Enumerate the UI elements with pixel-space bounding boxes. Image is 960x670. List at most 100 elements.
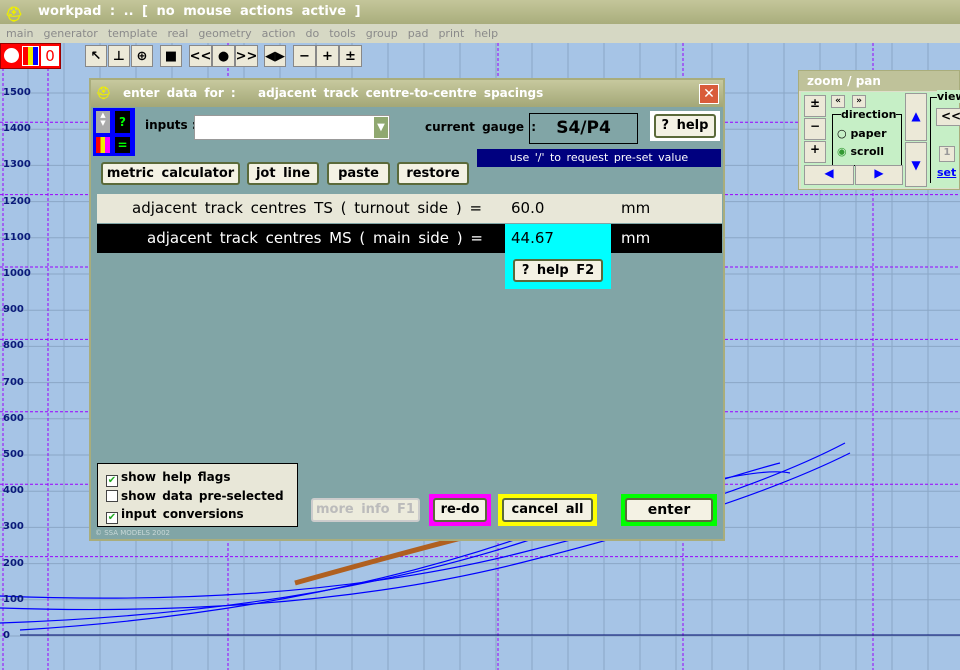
circle-icon[interactable]: [4, 48, 19, 63]
menu-action[interactable]: action: [262, 24, 296, 43]
cancel-all-button[interactable]: cancel all: [502, 498, 593, 522]
help-button[interactable]: ? help: [654, 114, 716, 138]
pan-down-button[interactable]: ▼: [905, 142, 927, 187]
axis-label: 1200: [3, 195, 31, 207]
axis-label: 500: [3, 449, 24, 460]
zoom-out-button[interactable]: −: [804, 118, 826, 140]
row-value: 60.0: [511, 199, 545, 217]
turnout-side-row[interactable]: adjacent track centres TS ( turnout side…: [97, 194, 722, 223]
counter[interactable]: 0: [41, 46, 59, 66]
close-icon[interactable]: ✕: [699, 84, 719, 104]
view-back-button[interactable]: <<: [936, 108, 960, 126]
menu-help[interactable]: help: [474, 24, 498, 43]
zoom-pan-title: zoom / pan: [799, 71, 959, 91]
direction-group: direction ○ paper ◉ scroll: [832, 108, 902, 166]
axis-label: 400: [3, 485, 24, 497]
menu-template[interactable]: template: [108, 24, 158, 43]
metric-calculator-button[interactable]: metric calculator: [101, 162, 240, 185]
help-question-icon[interactable]: ?: [115, 111, 130, 133]
select-frame-button[interactable]: ■: [160, 45, 182, 67]
inputs-label: inputs :: [145, 118, 197, 132]
option-label: input conversions: [121, 507, 244, 521]
row-unit: mm: [621, 229, 651, 247]
jot-line-button[interactable]: jot line: [247, 162, 319, 185]
menu-geometry[interactable]: geometry: [198, 24, 251, 43]
zoom-out-button[interactable]: −: [293, 45, 316, 67]
pan-right-button[interactable]: ▶: [855, 165, 903, 185]
input-conversions-checkbox[interactable]: ✔ input conversions: [106, 505, 297, 524]
help-f2-button[interactable]: ? help F2: [513, 259, 603, 282]
app-logo-icon: ⛑: [96, 86, 112, 100]
checkbox-icon[interactable]: ✔: [106, 475, 118, 487]
menu-generator[interactable]: generator: [43, 24, 97, 43]
menu-group[interactable]: group: [366, 24, 398, 43]
prev-button[interactable]: <<: [189, 45, 212, 67]
tool-icons-box: ▲ ▼ ? =: [93, 108, 135, 156]
view-page-button[interactable]: 1: [939, 146, 955, 162]
scroll-label: scroll: [850, 145, 885, 158]
axis-label: 1400: [3, 123, 31, 135]
app-title-bar: ⛑ workpad : .. [ no mouse actions active…: [0, 0, 960, 24]
option-label: show help flags: [121, 470, 231, 484]
axis-label: 700: [3, 376, 24, 388]
checkbox-icon[interactable]: ✔: [106, 512, 118, 524]
menu-real[interactable]: real: [167, 24, 188, 43]
main-side-input[interactable]: 44.67: [505, 224, 611, 253]
mirror-button[interactable]: ◀▶: [264, 45, 286, 67]
axis-label: 600: [3, 412, 24, 424]
show-data-preselected-checkbox[interactable]: show data pre-selected: [106, 487, 297, 505]
enter-data-dialog: ⛑ enter data for : adjacent track centre…: [89, 78, 725, 541]
scroll-radio[interactable]: ◉ scroll: [837, 145, 884, 158]
paper-radio[interactable]: ○ paper: [837, 127, 887, 140]
redo-button[interactable]: re-do: [433, 498, 487, 522]
axis-label: 200: [3, 557, 24, 569]
menu-print[interactable]: print: [438, 24, 464, 43]
set-link[interactable]: set: [937, 166, 956, 179]
axis-label: 0: [3, 630, 10, 641]
inputs-dropdown[interactable]: ▼: [194, 115, 390, 140]
more-info-button: more info F1: [311, 498, 420, 522]
zoom-in-button[interactable]: +: [804, 141, 826, 163]
show-help-flags-checkbox[interactable]: ✔ show help flags: [106, 468, 297, 487]
row-unit: mm: [621, 199, 651, 217]
pan-up-button[interactable]: ▲: [905, 93, 927, 141]
small-right-button[interactable]: »: [852, 95, 866, 108]
spin-icon[interactable]: ▲ ▼: [96, 111, 110, 133]
status-box: 0: [0, 43, 61, 69]
small-left-button[interactable]: «: [831, 95, 845, 108]
checkbox-icon[interactable]: [106, 490, 118, 502]
axis-label: 300: [3, 521, 24, 533]
row-label: adjacent track centres TS ( turnout side…: [132, 199, 483, 217]
pointer-tool-button[interactable]: ↖: [85, 45, 107, 67]
main-side-row[interactable]: adjacent track centres MS ( main side ) …: [97, 224, 722, 253]
restore-button[interactable]: restore: [397, 162, 469, 185]
equals-icon[interactable]: =: [115, 137, 130, 153]
pan-left-button[interactable]: ◀: [804, 165, 854, 185]
zoom-pan-panel: zoom / pan ± − + « » direction ○ paper ◉…: [798, 70, 960, 190]
gauge-value: S4/P4: [529, 113, 638, 144]
next-button[interactable]: >>: [235, 45, 258, 67]
preset-hint: use '/' to request pre-set value: [477, 149, 721, 167]
chevron-down-icon[interactable]: ▼: [374, 117, 388, 138]
paste-button[interactable]: paste: [327, 162, 390, 185]
colour-palette-icon[interactable]: [96, 137, 110, 153]
menu-bar: main generator template real geometry action d…: [0, 24, 960, 43]
centre-button[interactable]: ●: [212, 45, 235, 67]
copyright: © SSA MODELS 2002: [95, 529, 171, 537]
menu-tools[interactable]: tools: [329, 24, 356, 43]
track-tool-button[interactable]: ⊥: [108, 45, 130, 67]
menu-main[interactable]: main: [6, 24, 33, 43]
zoom-fit-button[interactable]: ±: [339, 45, 362, 67]
shape-tool-button[interactable]: ⊕: [131, 45, 153, 67]
zoom-in-button[interactable]: +: [316, 45, 339, 67]
row-label: adjacent track centres MS ( main side ) …: [147, 229, 483, 247]
menu-do[interactable]: do: [306, 24, 320, 43]
axis-label: 800: [3, 340, 24, 352]
dialog-title: adjacent track centre-to-centre spacings: [258, 86, 544, 100]
paper-label: paper: [850, 127, 887, 140]
enter-button[interactable]: enter: [625, 498, 713, 522]
colour-palette-icon[interactable]: [22, 46, 39, 66]
zoom-fit-button[interactable]: ±: [804, 95, 826, 117]
menu-pad[interactable]: pad: [408, 24, 429, 43]
option-label: show data pre-selected: [121, 489, 284, 503]
